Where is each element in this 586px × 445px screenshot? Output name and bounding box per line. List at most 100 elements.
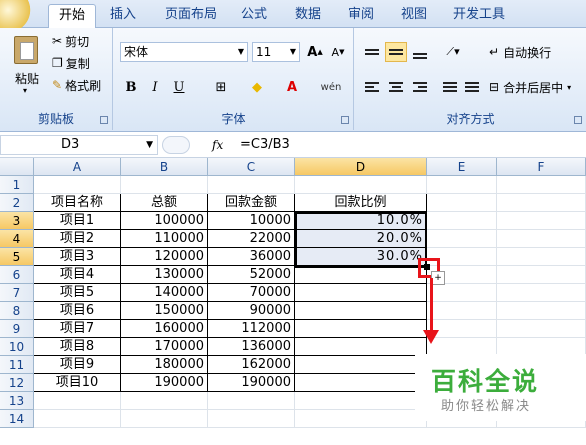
wrap-text-button[interactable]: ↵ 自动换行 [489,42,551,62]
select-all-corner[interactable] [0,158,34,176]
column-header-d[interactable]: D [295,158,427,176]
cell-b14[interactable] [121,410,208,428]
align-middle-button[interactable] [385,42,407,62]
tab-developer[interactable]: 开发工具 [447,4,511,28]
font-name-select[interactable]: 宋体 ▼ [120,42,248,62]
cell-d2[interactable]: 回款比例 [295,194,427,212]
cell-c2[interactable]: 回款金额 [208,194,295,212]
cell-f7[interactable] [497,284,586,302]
decrease-indent-button[interactable] [439,77,461,97]
align-center-button[interactable] [385,77,407,97]
cell-a4[interactable]: 项目2 [34,230,121,248]
column-header-b[interactable]: B [121,158,208,176]
cell-b11[interactable]: 180000 [121,356,208,374]
cell-d9[interactable] [295,320,427,338]
tab-insert[interactable]: 插入 [102,4,144,28]
cell-d11[interactable] [295,356,427,374]
underline-button[interactable]: U [168,77,190,97]
row-header-8[interactable]: 8 [0,302,34,320]
align-bottom-button[interactable] [409,42,431,62]
cell-d1[interactable] [295,176,427,194]
cell-f1[interactable] [497,176,586,194]
autofill-options-icon[interactable]: + [431,271,445,285]
name-box[interactable]: D3 ▼ [0,135,158,155]
cell-a12[interactable]: 项目10 [34,374,121,392]
row-header-4[interactable]: 4 [0,230,34,248]
row-header-2[interactable]: 2 [0,194,34,212]
cell-c6[interactable]: 52000 [208,266,295,284]
tab-formulas[interactable]: 公式 [234,4,274,28]
cell-b2[interactable]: 总额 [121,194,208,212]
cell-b8[interactable]: 150000 [121,302,208,320]
fill-handle[interactable] [424,264,430,270]
fill-color-button[interactable]: ◆ [242,77,272,97]
cell-f8[interactable] [497,302,586,320]
cell-b13[interactable] [121,392,208,410]
cell-c14[interactable] [208,410,295,428]
bold-button[interactable]: B [120,77,142,97]
row-header-12[interactable]: 12 [0,374,34,392]
office-button-edge[interactable] [0,0,40,28]
grow-font-button[interactable]: A ▲ [304,42,326,62]
row-header-13[interactable]: 13 [0,392,34,410]
font-launcher[interactable] [341,116,349,124]
cell-e2[interactable] [427,194,497,212]
cell-e4[interactable] [427,230,497,248]
cell-c5[interactable]: 36000 [208,248,295,266]
tab-review[interactable]: 审阅 [341,4,381,28]
cell-b5[interactable]: 120000 [121,248,208,266]
cell-e7[interactable] [427,284,497,302]
row-header-7[interactable]: 7 [0,284,34,302]
cell-b12[interactable]: 190000 [121,374,208,392]
cell-d7[interactable] [295,284,427,302]
row-header-3[interactable]: 3 [0,212,34,230]
cell-f3[interactable] [497,212,586,230]
row-header-5[interactable]: 5 [0,248,34,266]
alignment-launcher[interactable] [574,116,582,124]
cell-a3[interactable]: 项目1 [34,212,121,230]
cell-c9[interactable]: 112000 [208,320,295,338]
formula-bar-grip[interactable] [162,136,190,154]
shrink-font-button[interactable]: A ▼ [327,42,349,62]
column-header-c[interactable]: C [208,158,295,176]
font-color-button[interactable]: A [278,77,306,97]
italic-button[interactable]: I [144,77,166,97]
paste-button[interactable]: 粘贴 ▾ [8,34,46,98]
cell-a7[interactable]: 项目5 [34,284,121,302]
cell-b6[interactable]: 130000 [121,266,208,284]
cell-a1[interactable] [34,176,121,194]
cell-c8[interactable]: 90000 [208,302,295,320]
tab-home[interactable]: 开始 [48,4,96,28]
column-header-e[interactable]: E [427,158,497,176]
format-painter-button[interactable]: ✎ 格式刷 [52,76,101,94]
cell-e3[interactable] [427,212,497,230]
cell-a10[interactable]: 项目8 [34,338,121,356]
cell-a13[interactable] [34,392,121,410]
cell-d12[interactable] [295,374,427,392]
border-button[interactable]: ⊞ [206,77,236,97]
cell-c10[interactable]: 136000 [208,338,295,356]
cell-f4[interactable] [497,230,586,248]
cell-d6[interactable] [295,266,427,284]
cell-c13[interactable] [208,392,295,410]
formula-input[interactable]: =C3/B3 [240,136,580,154]
cell-b9[interactable]: 160000 [121,320,208,338]
cell-b3[interactable]: 100000 [121,212,208,230]
cell-e1[interactable] [427,176,497,194]
row-header-10[interactable]: 10 [0,338,34,356]
cell-b10[interactable]: 170000 [121,338,208,356]
row-header-6[interactable]: 6 [0,266,34,284]
row-header-9[interactable]: 9 [0,320,34,338]
cell-a8[interactable]: 项目6 [34,302,121,320]
clipboard-launcher[interactable] [100,116,108,124]
cell-f9[interactable] [497,320,586,338]
cell-c3[interactable]: 10000 [208,212,295,230]
cut-button[interactable]: ✂ 剪切 [52,32,89,50]
cell-c4[interactable]: 22000 [208,230,295,248]
cell-f6[interactable] [497,266,586,284]
cell-d10[interactable] [295,338,427,356]
orientation-button[interactable]: ⟋▾ [439,42,467,62]
phonetic-button[interactable]: wén [314,77,348,97]
tab-data[interactable]: 数据 [288,4,328,28]
cell-c11[interactable]: 162000 [208,356,295,374]
